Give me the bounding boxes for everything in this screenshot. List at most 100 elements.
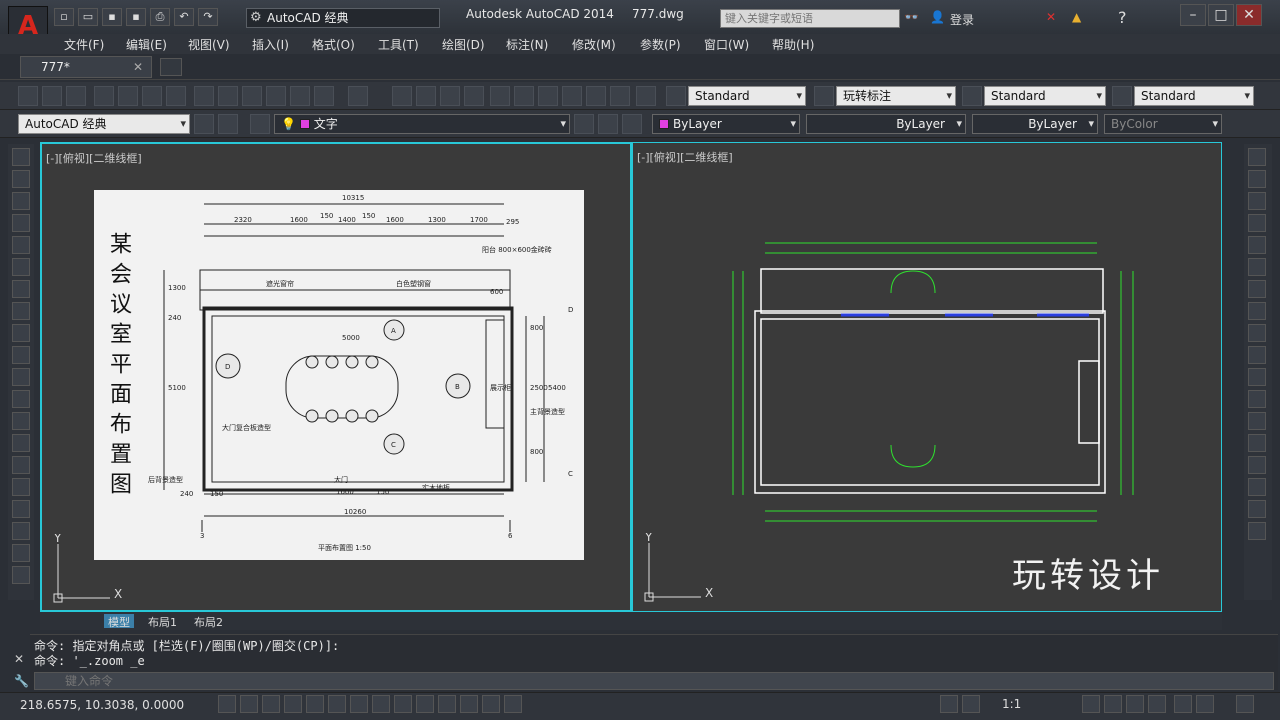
- lineweight-icon[interactable]: [438, 695, 456, 713]
- menu-parameter[interactable]: 参数(P): [640, 36, 681, 53]
- clean-screen-icon[interactable]: [1236, 695, 1254, 713]
- help-icon[interactable]: [636, 86, 656, 106]
- tab-layout2[interactable]: 布局2: [190, 614, 227, 629]
- arc-icon[interactable]: [12, 258, 30, 276]
- blend-curves-icon[interactable]: [1248, 500, 1266, 518]
- ortho-mode-icon[interactable]: [284, 695, 302, 713]
- region-icon[interactable]: [12, 500, 30, 518]
- help-icon[interactable]: ?: [1118, 8, 1127, 27]
- snap-mode-icon[interactable]: [240, 695, 258, 713]
- ellipse-icon[interactable]: [12, 346, 30, 364]
- redo-icon[interactable]: [348, 86, 368, 106]
- table-icon[interactable]: [12, 522, 30, 540]
- customize-command-icon[interactable]: 🔧: [14, 674, 29, 688]
- minimize-button[interactable]: –: [1180, 4, 1206, 26]
- new-tab-button[interactable]: [160, 58, 182, 76]
- annotation-scale[interactable]: 1:1: [1002, 697, 1021, 711]
- viewport-right[interactable]: [-][俯视][二维线框] Y X: [632, 142, 1222, 612]
- login-link[interactable]: 登录: [950, 11, 974, 28]
- publish-icon[interactable]: [142, 86, 162, 106]
- point-icon[interactable]: [12, 434, 30, 452]
- menu-tools[interactable]: 工具(T): [378, 36, 419, 53]
- fillet-icon[interactable]: [1248, 478, 1266, 496]
- gradient-icon[interactable]: [12, 478, 30, 496]
- stretch-icon[interactable]: [1248, 324, 1266, 342]
- color-select[interactable]: ByLayer: [652, 114, 800, 134]
- line-icon[interactable]: [12, 148, 30, 166]
- mirror-icon[interactable]: [1248, 192, 1266, 210]
- pan-icon[interactable]: [392, 86, 412, 106]
- new-file-icon[interactable]: ▫: [54, 8, 74, 26]
- grid-display-icon[interactable]: [262, 695, 280, 713]
- save-icon[interactable]: ▪: [102, 8, 122, 26]
- revision-cloud-icon[interactable]: [12, 302, 30, 320]
- zoom-previous-icon[interactable]: [464, 86, 484, 106]
- layer-select[interactable]: 💡 文字: [274, 114, 570, 134]
- menu-insert[interactable]: 插入(I): [252, 36, 289, 53]
- menu-help[interactable]: 帮助(H): [772, 36, 814, 53]
- maximize-button[interactable]: □: [1208, 4, 1234, 26]
- menu-dimension[interactable]: 标注(N): [506, 36, 548, 53]
- dynamic-input-icon[interactable]: [416, 695, 434, 713]
- spline-icon[interactable]: [12, 324, 30, 342]
- text-style-icon[interactable]: [666, 86, 686, 106]
- menu-file[interactable]: 文件(F): [64, 36, 104, 53]
- properties-icon[interactable]: [490, 86, 510, 106]
- model-space-icon[interactable]: [940, 695, 958, 713]
- join-icon[interactable]: [1248, 434, 1266, 452]
- menu-format[interactable]: 格式(O): [312, 36, 355, 53]
- lock-icon[interactable]: [1126, 695, 1144, 713]
- polyline-icon[interactable]: [12, 192, 30, 210]
- command-input[interactable]: [34, 672, 1274, 690]
- object-snap-tracking-icon[interactable]: [372, 695, 390, 713]
- dynamic-ucs-icon[interactable]: [394, 695, 412, 713]
- trim-icon[interactable]: [1248, 346, 1266, 364]
- hardware-acceleration-icon[interactable]: [1148, 695, 1166, 713]
- close-tab-icon[interactable]: ✕: [133, 57, 143, 77]
- exchange-icon[interactable]: ✕: [1046, 10, 1056, 24]
- save-as-icon[interactable]: ▪: [126, 8, 146, 26]
- array-icon[interactable]: [1248, 236, 1266, 254]
- copy-object-icon[interactable]: [1248, 170, 1266, 188]
- insert-block-icon[interactable]: [12, 390, 30, 408]
- circle-icon[interactable]: [12, 280, 30, 298]
- transparency-icon[interactable]: [460, 695, 478, 713]
- add-selected-icon[interactable]: [12, 566, 30, 584]
- quick-view-layouts-icon[interactable]: [962, 695, 980, 713]
- copy-icon[interactable]: [218, 86, 238, 106]
- menu-modify[interactable]: 修改(M): [572, 36, 616, 53]
- tool-palettes-icon[interactable]: [538, 86, 558, 106]
- cut-icon[interactable]: [194, 86, 214, 106]
- workspace-dropdown[interactable]: AutoCAD 经典: [246, 8, 440, 28]
- construction-line-icon[interactable]: [12, 170, 30, 188]
- new-icon[interactable]: [18, 86, 38, 106]
- menu-window[interactable]: 窗口(W): [704, 36, 749, 53]
- workspace-select[interactable]: AutoCAD 经典: [18, 114, 190, 134]
- open-icon[interactable]: [42, 86, 62, 106]
- selection-cycling-icon[interactable]: [504, 695, 522, 713]
- polygon-icon[interactable]: [12, 214, 30, 232]
- search-input[interactable]: [720, 9, 900, 28]
- viewport-left[interactable]: [-][俯视][二维线框] 某会议室平面布置图 10315 2320 1600 …: [40, 142, 632, 612]
- rotate-icon[interactable]: [1248, 280, 1266, 298]
- polar-tracking-icon[interactable]: [306, 695, 324, 713]
- break-icon[interactable]: [1248, 412, 1266, 430]
- mleader-style-select[interactable]: Standard: [1134, 86, 1254, 106]
- make-current-icon[interactable]: [574, 114, 594, 134]
- paste-icon[interactable]: [242, 86, 262, 106]
- table-style-select[interactable]: Standard: [984, 86, 1106, 106]
- chamfer-icon[interactable]: [1248, 456, 1266, 474]
- tab-777[interactable]: 777* ✕: [20, 56, 152, 78]
- layer-state-icon[interactable]: [622, 114, 642, 134]
- break-at-point-icon[interactable]: [1248, 390, 1266, 408]
- customize-icon[interactable]: [218, 114, 238, 134]
- linetype-select[interactable]: ByLayer: [806, 114, 966, 134]
- viewport-left-label[interactable]: [-][俯视][二维线框]: [46, 150, 142, 166]
- tab-model[interactable]: 模型: [104, 614, 134, 629]
- light-bulb-icon[interactable]: [1196, 695, 1214, 713]
- offset-icon[interactable]: [1248, 214, 1266, 232]
- block-editor-icon[interactable]: [290, 86, 310, 106]
- close-command-icon[interactable]: ✕: [14, 652, 24, 666]
- zoom-window-icon[interactable]: [440, 86, 460, 106]
- workspace-settings-icon[interactable]: [194, 114, 214, 134]
